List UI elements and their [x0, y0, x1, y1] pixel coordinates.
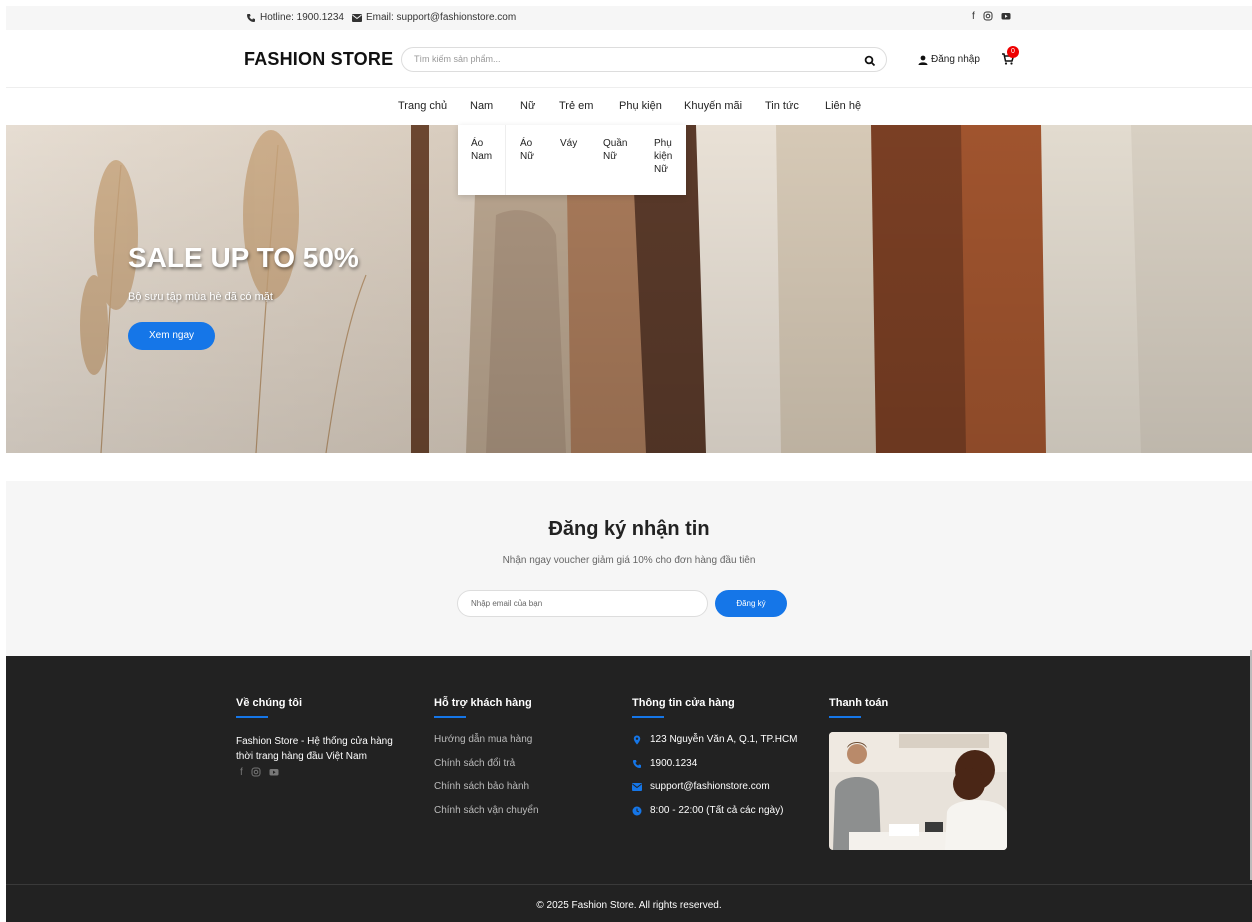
- nav-item-kids[interactable]: Trẻ em: [559, 100, 593, 112]
- top-bar: Hotline: 1900.1234 Email: support@fashio…: [6, 6, 1252, 30]
- instagram-icon[interactable]: [983, 11, 993, 24]
- newsletter-title: Đăng ký nhận tin: [548, 518, 710, 540]
- main-nav: Trang chủ Nam Nữ Trẻ em Phụ kiện Khuyến …: [6, 88, 1252, 125]
- search-bar: [401, 47, 887, 72]
- title-underline: [632, 716, 664, 718]
- footer-store-title: Thông tin cửa hàng: [632, 697, 735, 709]
- nav-item-news[interactable]: Tin tức: [765, 100, 799, 112]
- youtube-icon[interactable]: [1001, 11, 1011, 24]
- login-link[interactable]: Đăng nhập: [918, 54, 980, 65]
- envelope-icon: [351, 13, 362, 22]
- login-label: Đăng nhập: [931, 54, 980, 65]
- site-header: FASHION STORE Đăng nhập 0: [6, 30, 1252, 88]
- title-underline: [829, 716, 861, 718]
- footer-about-title: Về chúng tôi: [236, 697, 302, 709]
- email-text[interactable]: Email: support@fashionstore.com: [366, 12, 516, 23]
- payment-image: [829, 732, 1007, 850]
- nav-item-women[interactable]: Nữ: [520, 100, 535, 112]
- dropdown-item-vay[interactable]: Váy: [560, 137, 577, 150]
- footer-about: Về chúng tôi Fashion Store - Hệ thống cử…: [236, 697, 411, 780]
- phone-icon: [632, 759, 642, 769]
- title-underline: [434, 716, 466, 718]
- dropdown-item-ao-nu[interactable]: Áo Nữ: [520, 137, 534, 163]
- footer-link-shipping-policy[interactable]: Chính sách vận chuyển: [434, 805, 539, 829]
- title-underline: [236, 716, 268, 718]
- footer-social-links: f: [236, 767, 411, 780]
- newsletter-email-input[interactable]: [471, 599, 691, 608]
- footer-link-warranty-policy[interactable]: Chính sách bảo hành: [434, 781, 539, 805]
- newsletter-subtitle: Nhận ngay voucher giảm giá 10% cho đơn h…: [502, 555, 756, 566]
- nav-item-promotions[interactable]: Khuyến mãi: [684, 100, 742, 112]
- site-footer: Về chúng tôi Fashion Store - Hệ thống cử…: [6, 656, 1252, 922]
- instagram-icon[interactable]: [251, 767, 261, 780]
- dropdown-item-phu-kien-nu[interactable]: Phụ kiện Nữ: [654, 137, 672, 176]
- store-hours: 8:00 - 22:00 (Tất cả các ngày): [632, 805, 798, 829]
- store-address: 123 Nguyễn Văn A, Q.1, TP.HCM: [632, 734, 798, 758]
- facebook-icon[interactable]: f: [972, 11, 975, 24]
- nav-item-accessories[interactable]: Phụ kiện: [619, 100, 662, 112]
- women-dropdown-menu: Áo Nam Áo Nữ Váy Quần Nữ Phụ kiện Nữ: [458, 125, 686, 195]
- hero-title: SALE UP TO 50%: [128, 242, 359, 273]
- cart-count-badge: 0: [1007, 46, 1019, 58]
- site-logo[interactable]: FASHION STORE: [244, 49, 393, 70]
- footer-payment-title: Thanh toán: [829, 697, 889, 709]
- phone-icon: [246, 13, 256, 23]
- newsletter-email-field: [457, 590, 708, 617]
- nav-item-men[interactable]: Nam: [470, 100, 493, 112]
- footer-store-info: Thông tin cửa hàng 123 Nguyễn Văn A, Q.1…: [632, 697, 798, 828]
- envelope-icon: [632, 782, 642, 792]
- hotline-text: Hotline: 1900.1234: [260, 12, 344, 23]
- shop-now-button[interactable]: Xem ngay: [128, 322, 215, 350]
- store-email: support@fashionstore.com: [632, 781, 798, 805]
- top-social-links: f: [972, 11, 1011, 24]
- footer-support-title: Hỗ trợ khách hàng: [434, 697, 532, 709]
- nav-item-contact[interactable]: Liên hệ: [825, 100, 861, 112]
- newsletter-section: Đăng ký nhận tin Nhận ngay voucher giảm …: [6, 481, 1252, 656]
- map-pin-icon: [632, 735, 642, 745]
- contact-info: Hotline: 1900.1234 Email: support@fashio…: [246, 12, 516, 23]
- dropdown-item-ao-nam[interactable]: Áo Nam: [471, 137, 492, 163]
- footer-payment: Thanh toán: [829, 697, 1007, 850]
- facebook-icon[interactable]: f: [240, 767, 243, 780]
- footer-copyright: © 2025 Fashion Store. All rights reserve…: [6, 884, 1252, 922]
- store-phone: 1900.1234: [632, 758, 798, 782]
- user-icon: [918, 55, 928, 65]
- footer-support: Hỗ trợ khách hàng Hướng dẫn mua hàng Chí…: [434, 697, 539, 828]
- search-icon[interactable]: [864, 54, 876, 67]
- footer-link-return-policy[interactable]: Chính sách đổi trả: [434, 758, 539, 782]
- footer-link-buying-guide[interactable]: Hướng dẫn mua hàng: [434, 734, 539, 758]
- clock-icon: [632, 806, 642, 816]
- hero-subtitle: Bộ sưu tập mùa hè đã có mặt: [128, 291, 273, 303]
- subscribe-button[interactable]: Đăng ký: [715, 590, 787, 617]
- search-input[interactable]: [414, 54, 834, 64]
- youtube-icon[interactable]: [269, 767, 279, 780]
- nav-item-home[interactable]: Trang chủ: [398, 100, 447, 112]
- dropdown-item-quan-nu[interactable]: Quần Nữ: [603, 137, 627, 163]
- footer-about-text: Fashion Store - Hệ thống cửa hàng thời t…: [236, 736, 393, 762]
